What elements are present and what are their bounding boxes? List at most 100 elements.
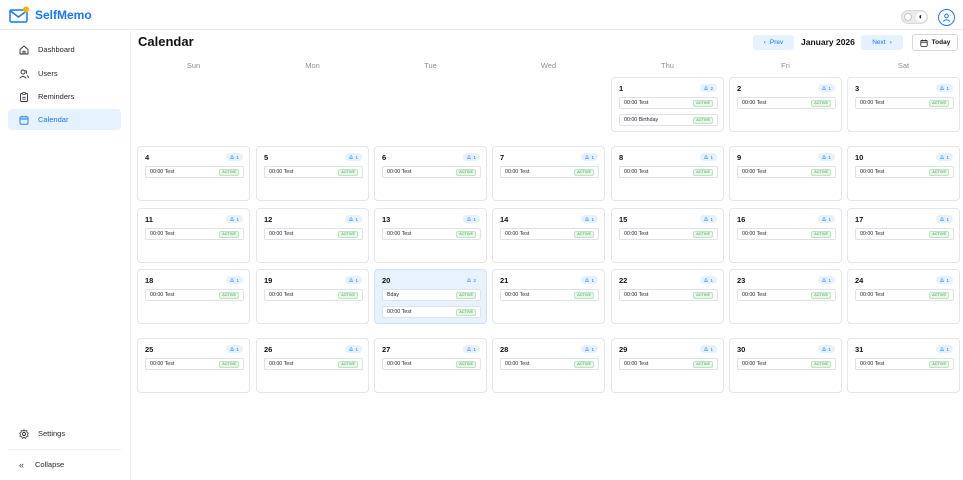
event-item[interactable]: 00:00 Test ACTIVE xyxy=(855,97,954,109)
event-item[interactable]: 00:00 Test ACTIVE xyxy=(855,358,954,370)
event-item[interactable]: 00:00 Test ACTIVE xyxy=(264,228,363,240)
reminder-count-badge: 1 xyxy=(226,276,243,284)
calendar-day-cell[interactable]: 2 1 00:00 Test ACTIVE xyxy=(729,77,842,132)
event-item[interactable]: 00:00 Test ACTIVE xyxy=(737,97,836,109)
calendar-day-cell[interactable]: 11 1 00:00 Test ACTIVE xyxy=(137,208,250,263)
event-item[interactable]: 00:00 Test ACTIVE xyxy=(500,228,599,240)
calendar-day-cell[interactable]: 22 1 00:00 Test ACTIVE xyxy=(611,269,724,324)
calendar-day-cell[interactable]: 26 1 00:00 Test ACTIVE xyxy=(256,338,369,393)
event-item[interactable]: 00:00 Test ACTIVE xyxy=(737,166,836,178)
calendar-day-cell[interactable]: 4 1 00:00 Test ACTIVE xyxy=(137,146,250,201)
reminder-count-badge: 1 xyxy=(345,153,362,161)
collapse-button[interactable]: « Collapse xyxy=(8,454,121,475)
sidebar-item-settings[interactable]: Settings xyxy=(8,423,121,444)
day-number: 6 xyxy=(382,153,387,162)
bell-icon xyxy=(230,277,235,282)
calendar-day-cell[interactable]: 21 1 00:00 Test ACTIVE xyxy=(492,269,605,324)
event-item[interactable]: 00:00 Test ACTIVE xyxy=(145,166,244,178)
calendar-day-cell[interactable]: 3 1 00:00 Test ACTIVE xyxy=(847,77,960,132)
calendar-day-cell[interactable]: 6 1 00:00 Test ACTIVE xyxy=(374,146,487,201)
event-item[interactable]: 00:00 Test ACTIVE xyxy=(382,306,481,318)
calendar-day-cell[interactable]: 14 1 00:00 Test ACTIVE xyxy=(492,208,605,263)
chevron-left-icon: ‹ xyxy=(763,39,766,46)
calendar-day-cell[interactable]: 20 2 Bday ACTIVE 00:00 Test ACTIVE xyxy=(374,269,487,324)
event-item[interactable]: 00:00 Test ACTIVE xyxy=(382,358,481,370)
event-item[interactable]: 00:00 Test ACTIVE xyxy=(855,228,954,240)
event-item[interactable]: 00:00 Birthday ACTIVE xyxy=(619,114,718,126)
status-badge: ACTIVE xyxy=(219,360,239,368)
event-item[interactable]: 00:00 Test ACTIVE xyxy=(264,358,363,370)
calendar-day-cell[interactable]: 25 1 00:00 Test ACTIVE xyxy=(137,338,250,393)
event-item[interactable]: 00:00 Test ACTIVE xyxy=(737,358,836,370)
event-title: 00:00 Test xyxy=(742,100,767,106)
user-circle-icon[interactable] xyxy=(938,9,955,26)
event-item[interactable]: 00:00 Test ACTIVE xyxy=(500,166,599,178)
event-item[interactable]: 00:00 Test ACTIVE xyxy=(619,228,718,240)
sidebar-item-calendar[interactable]: Calendar xyxy=(8,109,121,130)
event-item[interactable]: 00:00 Test ACTIVE xyxy=(855,289,954,301)
calendar-day-cell[interactable]: 8 1 00:00 Test ACTIVE xyxy=(611,146,724,201)
calendar-day-cell[interactable]: 9 1 00:00 Test ACTIVE xyxy=(729,146,842,201)
prev-month-button[interactable]: ‹ Prev xyxy=(753,35,794,50)
event-item[interactable]: 00:00 Test ACTIVE xyxy=(619,166,718,178)
event-item[interactable]: 00:00 Test ACTIVE xyxy=(382,228,481,240)
calendar-day-cell[interactable]: 16 1 00:00 Test ACTIVE xyxy=(729,208,842,263)
sidebar-item-dashboard[interactable]: Dashboard xyxy=(8,39,121,60)
event-item[interactable]: 00:00 Test ACTIVE xyxy=(382,166,481,178)
event-title: 00:00 Test xyxy=(505,292,530,298)
calendar-day-cell[interactable]: 29 1 00:00 Test ACTIVE xyxy=(611,338,724,393)
event-title: 00:00 Test xyxy=(860,361,885,367)
mail-logo-icon xyxy=(9,6,29,23)
sidebar-item-users[interactable]: Users xyxy=(8,63,121,84)
calendar-day-cell[interactable]: 10 1 00:00 Test ACTIVE xyxy=(847,146,960,201)
calendar-day-cell[interactable]: 13 1 00:00 Test ACTIVE xyxy=(374,208,487,263)
event-item[interactable]: 00:00 Test ACTIVE xyxy=(500,289,599,301)
event-item[interactable]: 00:00 Test ACTIVE xyxy=(500,358,599,370)
sidebar-item-reminders[interactable]: Reminders xyxy=(8,86,121,107)
event-item[interactable]: 00:00 Test ACTIVE xyxy=(145,228,244,240)
status-badge: ACTIVE xyxy=(693,99,713,107)
calendar-day-cell[interactable]: 19 1 00:00 Test ACTIVE xyxy=(256,269,369,324)
next-month-button[interactable]: Next › xyxy=(861,35,903,50)
calendar-day-cell[interactable]: 5 1 00:00 Test ACTIVE xyxy=(256,146,369,201)
bell-icon xyxy=(349,216,354,221)
calendar-day-cell[interactable]: 7 1 00:00 Test ACTIVE xyxy=(492,146,605,201)
today-button[interactable]: Today xyxy=(912,34,958,51)
reminder-count: 1 xyxy=(236,346,239,352)
calendar-day-cell[interactable]: 28 1 00:00 Test ACTIVE xyxy=(492,338,605,393)
reminder-count: 1 xyxy=(710,216,713,222)
event-item[interactable]: 00:00 Test ACTIVE xyxy=(145,289,244,301)
reminder-count: 1 xyxy=(473,346,476,352)
calendar-day-cell[interactable]: 31 1 00:00 Test ACTIVE xyxy=(847,338,960,393)
event-item[interactable]: Bday ACTIVE xyxy=(382,289,481,301)
calendar-day-cell[interactable]: 27 1 00:00 Test ACTIVE xyxy=(374,338,487,393)
calendar-day-cell[interactable]: 12 1 00:00 Test ACTIVE xyxy=(256,208,369,263)
collapse-label: Collapse xyxy=(35,460,65,469)
event-item[interactable]: 00:00 Test ACTIVE xyxy=(619,358,718,370)
event-item[interactable]: 00:00 Test ACTIVE xyxy=(855,166,954,178)
event-item[interactable]: 00:00 Test ACTIVE xyxy=(737,289,836,301)
calendar-day-cell[interactable]: 18 1 00:00 Test ACTIVE xyxy=(137,269,250,324)
event-item[interactable]: 00:00 Test ACTIVE xyxy=(737,228,836,240)
event-title: 00:00 Test xyxy=(860,292,885,298)
reminder-count: 1 xyxy=(828,216,831,222)
calendar-day-cell[interactable]: 23 1 00:00 Test ACTIVE xyxy=(729,269,842,324)
calendar-day-cell[interactable]: 17 1 00:00 Test ACTIVE xyxy=(847,208,960,263)
today-label: Today xyxy=(931,39,951,46)
calendar-day-cell[interactable]: 1 2 00:00 Test ACTIVE 00:00 Birthday ACTIVE xyxy=(611,77,724,132)
reminder-count: 1 xyxy=(591,277,594,283)
calendar-day-cell[interactable]: 30 1 00:00 Test ACTIVE xyxy=(729,338,842,393)
event-item[interactable]: 00:00 Test ACTIVE xyxy=(264,166,363,178)
reminder-count: 1 xyxy=(236,277,239,283)
theme-toggle[interactable]: ◐ xyxy=(901,10,928,24)
app-logo[interactable]: SelfMemo xyxy=(9,6,92,23)
event-item[interactable]: 00:00 Test ACTIVE xyxy=(264,289,363,301)
reminder-count-badge: 1 xyxy=(226,345,243,353)
sidebar-item-label: Calendar xyxy=(38,115,69,124)
calendar-day-cell[interactable]: 15 1 00:00 Test ACTIVE xyxy=(611,208,724,263)
event-item[interactable]: 00:00 Test ACTIVE xyxy=(145,358,244,370)
event-item[interactable]: 00:00 Test ACTIVE xyxy=(619,97,718,109)
event-item[interactable]: 00:00 Test ACTIVE xyxy=(619,289,718,301)
calendar-day-cell[interactable]: 24 1 00:00 Test ACTIVE xyxy=(847,269,960,324)
weekday-header: Sun xyxy=(186,61,201,70)
